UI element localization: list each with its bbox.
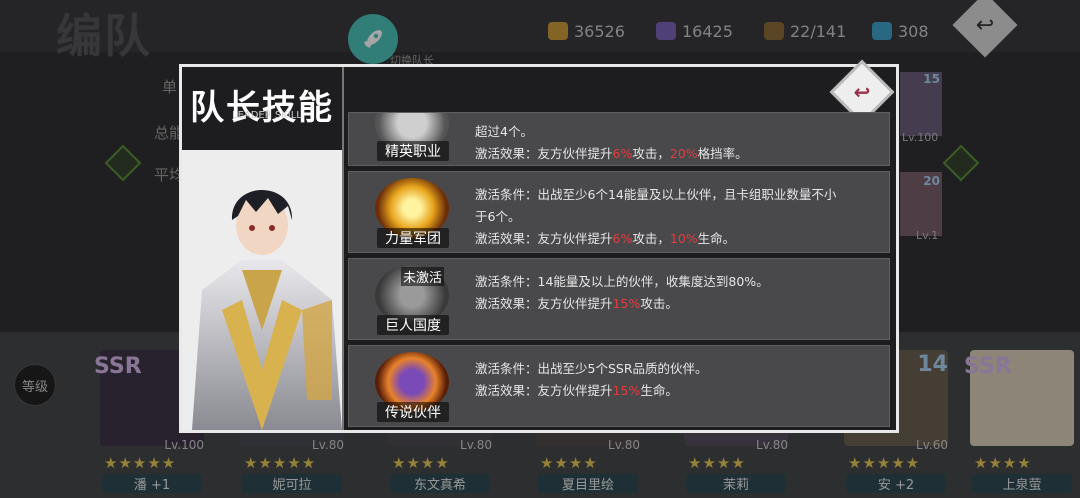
skill-row: 传说伙伴 激活条件：出战至少5个SSR品质的伙伴。 激活效果：友方伙伴提升15%…: [348, 345, 890, 427]
skill-line: 激活效果：友方伙伴提升6%攻击，10%生命。: [475, 228, 879, 250]
line-text: 激活效果：友方伙伴提升: [475, 146, 613, 161]
skill-name: 传说伙伴: [377, 402, 449, 422]
skill-line: 激活条件：出战至少6个14能量及以上伙伴，且卡组职业数量不小: [475, 187, 837, 202]
skill-desc: 激活条件：出战至少6个14能量及以上伙伴，且卡组职业数量不小 于6个。 激活效果…: [475, 184, 879, 250]
skill-desc: 超过4个。 激活效果：友方伙伴提升6%攻击，20%格挡率。: [475, 121, 879, 165]
line-text: 激活效果：友方伙伴提升: [475, 296, 613, 311]
modal-subtitle: LEADER SKILL: [232, 110, 302, 121]
value-highlight: 6%: [612, 146, 633, 161]
skill-line: 超过4个。: [475, 124, 533, 139]
inactive-badge: 未激活: [401, 267, 445, 286]
leader-hero-art: [182, 150, 342, 430]
skill-name: 巨人国度: [377, 315, 449, 335]
line-text: 生命。: [697, 231, 736, 246]
skill-desc: 激活条件：出战至少5个SSR品质的伙伴。 激活效果：友方伙伴提升15%生命。: [475, 358, 879, 402]
value-highlight: 6%: [612, 231, 633, 246]
line-text: 激活效果：友方伙伴提升: [475, 231, 613, 246]
line-text: 生命。: [640, 383, 678, 398]
skill-line: 激活效果：友方伙伴提升6%攻击，20%格挡率。: [475, 143, 879, 165]
skill-line: 激活效果：友方伙伴提升15%生命。: [475, 380, 879, 402]
skill-row: 精英职业 超过4个。 激活效果：友方伙伴提升6%攻击，20%格挡率。: [348, 112, 890, 166]
skill-name: 力量军团: [377, 228, 449, 248]
back-icon: ↩: [853, 80, 871, 104]
line-text: 攻击，: [632, 231, 670, 246]
value-highlight: 20%: [669, 146, 698, 161]
skill-line: 激活效果：友方伙伴提升15%攻击。: [475, 293, 879, 315]
modal-divider: [342, 67, 344, 430]
skill-desc: 激活条件：14能量及以上的伙伴，收集度达到80%。 激活效果：友方伙伴提升15%…: [475, 271, 879, 315]
skill-line: 激活条件：14能量及以上的伙伴，收集度达到80%。: [475, 274, 769, 289]
skill-line: 于6个。: [475, 209, 521, 224]
value-highlight: 15%: [612, 296, 641, 311]
skill-name: 精英职业: [377, 141, 449, 161]
modal-title: 队长技能: [190, 88, 334, 128]
line-text: 激活效果：友方伙伴提升: [475, 383, 613, 398]
skill-row: 未激活 巨人国度 激活条件：14能量及以上的伙伴，收集度达到80%。 激活效果：…: [348, 258, 890, 340]
line-text: 攻击，: [632, 146, 670, 161]
value-highlight: 10%: [669, 231, 698, 246]
skill-line: 激活条件：出战至少5个SSR品质的伙伴。: [475, 361, 708, 376]
line-text: 攻击。: [640, 296, 678, 311]
value-highlight: 15%: [612, 383, 641, 398]
line-text: 格挡率。: [697, 146, 748, 161]
skill-row: 力量军团 激活条件：出战至少6个14能量及以上伙伴，且卡组职业数量不小 于6个。…: [348, 171, 890, 253]
